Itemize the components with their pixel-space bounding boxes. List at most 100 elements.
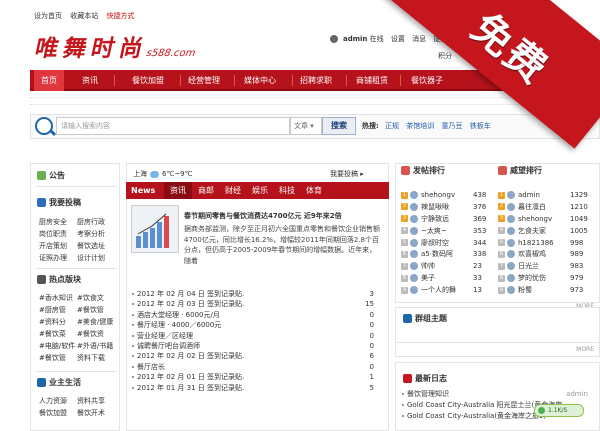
life-heading[interactable]: 业主生活: [37, 377, 81, 388]
tab-news[interactable]: 资讯: [164, 182, 192, 199]
rank-row[interactable]: 2 暮往凛白 1210: [498, 202, 593, 214]
tab-news-en[interactable]: News: [131, 182, 155, 199]
rank-row[interactable]: 8 梦的忧伤 979: [498, 273, 593, 285]
rank-row[interactable]: 6 a5·数码阿 338: [401, 249, 493, 261]
link-item[interactable]: 资料共享: [77, 395, 115, 407]
link-item[interactable]: 设计计划: [77, 252, 115, 264]
link-item[interactable]: #餐饮管: [39, 352, 77, 364]
net-speed-widget[interactable]: 1.1K/S: [534, 404, 584, 417]
link-item[interactable]: #饮食文: [77, 292, 115, 304]
group-heading[interactable]: 群组主题: [403, 313, 447, 324]
list-item[interactable]: 2012 年 02 月 01 日 签到记录贴. 1: [132, 372, 382, 382]
rank-row[interactable]: 6 欢喜椒鸡 989: [498, 249, 593, 261]
messages-link[interactable]: 消息: [412, 35, 426, 43]
rank-row[interactable]: 7 日光兰 983: [498, 261, 593, 273]
search-type-select[interactable]: 文章 ▾: [290, 117, 322, 135]
list-item[interactable]: 2012 年 02 月 03 日 签到记录贴. 15: [132, 299, 382, 309]
rank-row[interactable]: 4 乞食夫家 1005: [498, 226, 593, 238]
link-item[interactable]: 资料下载: [77, 352, 115, 364]
rank-row[interactable]: 4 ~太爽~ 353: [401, 226, 493, 238]
nav-shops[interactable]: 商铺租赁: [342, 70, 402, 91]
search-type-value: 文章: [294, 122, 308, 130]
link-item[interactable]: 餐饮选址: [77, 240, 115, 252]
nav-management[interactable]: 经营管理: [174, 70, 234, 91]
list-item[interactable]: 诚聘餐厅吧台调酒师 0: [132, 341, 382, 351]
quick-link[interactable]: 快捷方式: [106, 12, 134, 20]
rank-row[interactable]: 1 shehongv 438: [401, 190, 493, 202]
link-item[interactable]: 厨房行政: [77, 216, 115, 228]
link-item[interactable]: #餐饮资: [77, 328, 115, 340]
bookmark-link[interactable]: 收藏本站: [70, 12, 98, 20]
link-item[interactable]: 开店策划: [39, 240, 77, 252]
list-item[interactable]: 营业经理／区经理 0: [132, 331, 382, 341]
list-item[interactable]: 酒店大堂经理 · 6000元/月 0: [132, 310, 382, 320]
rank-row[interactable]: 7 帅帅 23: [401, 261, 493, 273]
contribute-link[interactable]: 我要投稿 ▸: [330, 169, 364, 179]
list-item[interactable]: 餐厅店长 0: [132, 362, 382, 372]
tab-entertainment[interactable]: 娱乐: [252, 182, 268, 199]
settings-link[interactable]: 设置: [391, 35, 405, 43]
group-label: 群组主题: [415, 314, 447, 323]
link-item[interactable]: #餐饮菜: [39, 328, 77, 340]
hot-item[interactable]: 童乃豆: [442, 122, 463, 130]
log-heading[interactable]: 最新日志: [403, 373, 447, 384]
nav-news[interactable]: 资讯: [70, 70, 110, 91]
life-icon: [37, 378, 46, 387]
search-input[interactable]: 请输入搜索内容: [56, 117, 290, 135]
link-item[interactable]: #厨房管: [39, 304, 77, 316]
nav-jobs[interactable]: 招聘求职: [286, 70, 346, 91]
list-item[interactable]: 2012 年 01 月 31 日 签到记录贴. 5: [132, 383, 382, 393]
headline-title[interactable]: 春节期间零售与餐饮消费达4700亿元 近9年来2倍: [184, 211, 342, 221]
link-item[interactable]: #资料分: [39, 316, 77, 328]
nav-media[interactable]: 媒体中心: [230, 70, 290, 91]
tab-finance[interactable]: 财经: [225, 182, 241, 199]
link-item[interactable]: 餐饮开术: [77, 407, 115, 419]
link-item[interactable]: #美食/健康: [77, 316, 115, 328]
prestige-rank-heading[interactable]: 威望排行: [498, 165, 542, 176]
announce-heading[interactable]: 公告: [37, 170, 65, 181]
link-item[interactable]: #餐饮管: [77, 304, 115, 316]
hot-item[interactable]: 茶馆培训: [406, 122, 434, 130]
nav-equipment[interactable]: 餐饮器子: [397, 70, 457, 91]
rank-row[interactable]: 8 美子 33: [401, 273, 493, 285]
hot-item[interactable]: 铁板车: [470, 122, 491, 130]
link-item[interactable]: 厨房安全: [39, 216, 77, 228]
link-item[interactable]: #电脑/软件: [39, 340, 77, 352]
user-icon: [330, 35, 338, 43]
tab-business[interactable]: 商郎: [198, 182, 214, 199]
nav-home[interactable]: 首页: [34, 70, 64, 91]
link-item[interactable]: 人力资源: [39, 395, 77, 407]
hot-section-heading[interactable]: 热点版块: [37, 274, 81, 285]
rank-row[interactable]: 1 admin 1329: [498, 190, 593, 202]
site-logo[interactable]: 唯舞时尚s588.com: [32, 29, 200, 63]
link-item[interactable]: #外语/书籍: [77, 340, 115, 352]
tab-tech[interactable]: 科技: [279, 182, 295, 199]
rank-row[interactable]: 3 宁静致远 369: [401, 214, 493, 226]
username[interactable]: admin: [343, 35, 367, 43]
link-item[interactable]: #香水知识: [39, 292, 77, 304]
hot-item[interactable]: 正规: [385, 122, 399, 130]
list-item[interactable]: 餐饮管理知识 admin: [402, 389, 592, 400]
rank-row[interactable]: 5 h1821386 998: [498, 238, 593, 250]
link-item[interactable]: 证照办理: [39, 252, 77, 264]
link-item[interactable]: 岗位职责: [39, 228, 77, 240]
search-icon: [35, 117, 53, 135]
list-item[interactable]: 2012 年 02 月 02 日 签到记录贴. 6: [132, 351, 382, 361]
group-more-link[interactable]: MORE: [395, 342, 600, 356]
search-button[interactable]: 搜索: [322, 117, 356, 135]
rank-row[interactable]: 5 廖叔时空 344: [401, 238, 493, 250]
post-rank-heading[interactable]: 发帖排行: [401, 165, 445, 176]
contribute-heading[interactable]: 我要投稿: [37, 197, 81, 208]
nav-franchise[interactable]: 餐饮加盟: [118, 70, 178, 91]
link-item[interactable]: 考察分析: [77, 228, 115, 240]
rank-row[interactable]: 9 一个人的舞 13: [401, 285, 493, 297]
link-item[interactable]: 餐饮加盟: [39, 407, 77, 419]
list-item[interactable]: 2012 年 02 月 04 日 签到记录贴. 3: [132, 289, 382, 299]
list-item[interactable]: 餐厅经理 · 4000／6000元 0: [132, 320, 382, 330]
rank-row[interactable]: 9 粉蜀 973: [498, 285, 593, 297]
rank-row[interactable]: 2 辣鼠啾啾 376: [401, 202, 493, 214]
headline-thumbnail[interactable]: [131, 205, 179, 253]
set-home-link[interactable]: 设为首页: [34, 12, 62, 20]
tab-sports[interactable]: 体育: [306, 182, 322, 199]
rank-row[interactable]: 3 shehongv 1049: [498, 214, 593, 226]
